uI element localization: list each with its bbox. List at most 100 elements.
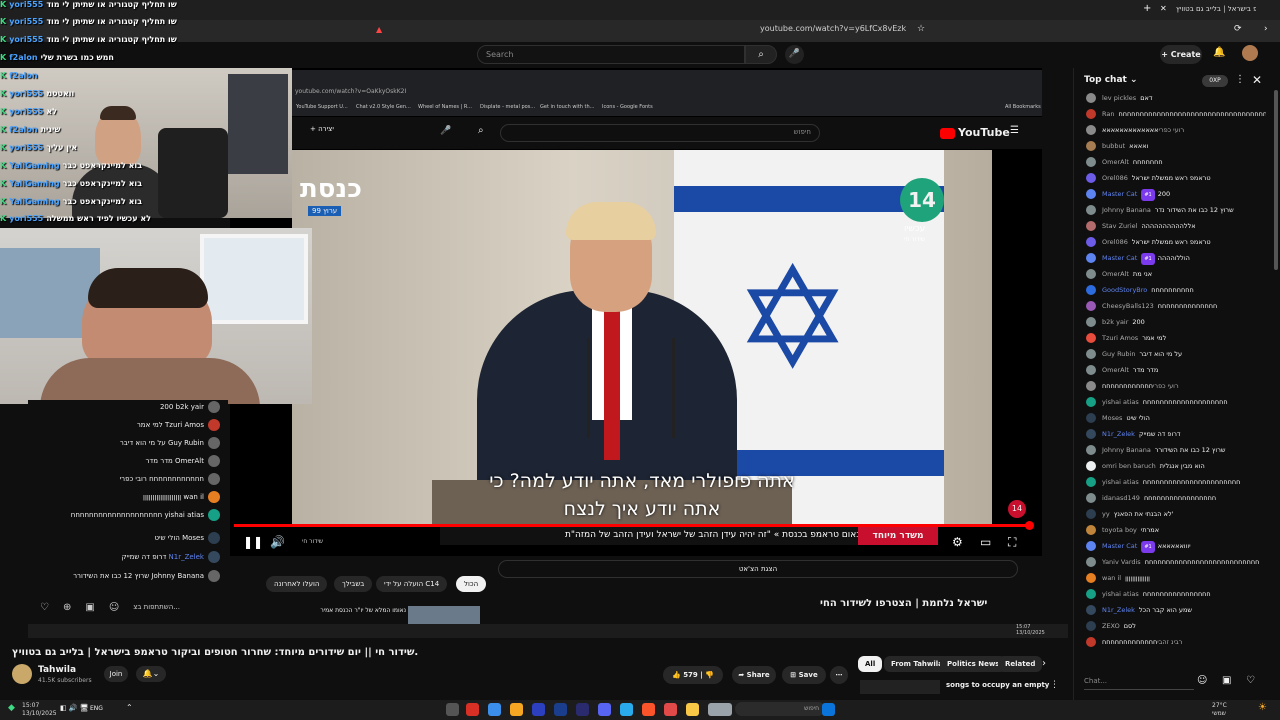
settings-gear-icon[interactable]: ⚙: [952, 535, 963, 549]
chat-username[interactable]: Tzuri Amos: [1102, 334, 1138, 342]
chat-avatar[interactable]: [1086, 205, 1096, 215]
recommendation-thumbnail[interactable]: [860, 680, 940, 694]
chat-username[interactable]: bubbut: [1102, 142, 1125, 150]
notifications-bell-icon[interactable]: 🔔: [1213, 47, 1225, 58]
progress-bar[interactable]: [234, 524, 1030, 527]
like-button[interactable]: 👍 579 | 👎: [663, 666, 723, 684]
chat-username[interactable]: Master Cat: [1102, 542, 1137, 550]
taskbar-app-icon[interactable]: [466, 703, 479, 716]
chat-input[interactable]: Chat...: [1084, 674, 1194, 690]
chat-username[interactable]: lev pickles: [1102, 94, 1136, 102]
tray-overflow-icon[interactable]: ⌃: [126, 703, 133, 712]
emoji-icon[interactable]: ☺: [1197, 675, 1207, 686]
chat-avatar[interactable]: [1086, 413, 1096, 423]
chat-avatar[interactable]: [1086, 189, 1096, 199]
subscribe-bell-button[interactable]: 🔔⌄: [136, 666, 166, 682]
pause-icon[interactable]: ❚❚: [243, 535, 263, 549]
taskbar-app-icon[interactable]: [532, 703, 545, 716]
taskbar-app-icon[interactable]: [642, 703, 655, 716]
chat-avatar[interactable]: [1086, 445, 1096, 455]
chat-username[interactable]: wan il: [1102, 574, 1121, 582]
chat-username[interactable]: Guy Rubin: [1102, 350, 1135, 358]
chat-avatar[interactable]: [1086, 221, 1096, 231]
participate-label[interactable]: השתתפות בצ...: [133, 603, 180, 611]
bookmark-star-icon[interactable]: ☆: [917, 24, 925, 34]
chat-avatar[interactable]: [1086, 333, 1096, 343]
chat-username[interactable]: Stav Zuriel: [1102, 222, 1137, 230]
taskbar-search[interactable]: חיפוש: [735, 702, 825, 716]
more-actions-icon[interactable]: ⋯: [830, 666, 848, 684]
chat-avatar[interactable]: [1086, 93, 1096, 103]
chat-avatar[interactable]: [1086, 269, 1096, 279]
chat-username[interactable]: Ran: [1102, 110, 1114, 118]
chat-avatar[interactable]: [1086, 541, 1096, 551]
chat-username[interactable]: OmerAlt: [1102, 270, 1129, 278]
search-input[interactable]: Search: [477, 45, 745, 64]
taskbar-app-icon[interactable]: [620, 703, 633, 716]
save-button[interactable]: ⊞ Save: [782, 666, 826, 684]
chat-username[interactable]: b2k yair: [1102, 318, 1128, 326]
chat-mode-selector[interactable]: Top chat ⌄: [1084, 75, 1138, 85]
language-indicator[interactable]: ENG: [90, 705, 103, 712]
chat-username[interactable]: yy: [1102, 510, 1110, 518]
chat-username[interactable]: yishai atias: [1102, 478, 1139, 486]
chat-avatar[interactable]: [1086, 429, 1096, 439]
add-reaction-icon[interactable]: ⊕: [63, 602, 71, 613]
emoji-icon[interactable]: ☺: [109, 602, 119, 613]
video-frame[interactable]: ✡ כנסת ערוץ 99 14 עכשיו שידור חי אתה פופו…: [292, 150, 992, 526]
taskbar-app-icon[interactable]: [598, 703, 611, 716]
chat-avatar[interactable]: [1086, 157, 1096, 167]
share-button[interactable]: ➦ Share: [732, 666, 776, 684]
chat-username[interactable]: רבינ זהבי: [1157, 638, 1182, 646]
chat-username[interactable]: OmerAlt: [1102, 158, 1129, 166]
chat-username[interactable]: רועי כפרי: [1153, 382, 1179, 390]
tab-close-icon[interactable]: ✕: [1160, 4, 1167, 13]
chat-more-icon[interactable]: ⋮: [1235, 74, 1245, 85]
forward-icon[interactable]: ›: [1264, 24, 1268, 34]
weather-widget[interactable]: 27°C שמשי: [1212, 702, 1227, 718]
chat-avatar[interactable]: [1086, 525, 1096, 535]
create-button[interactable]: + Create: [1160, 45, 1202, 64]
tray-icons[interactable]: ◧ 🔊 🖥: [60, 704, 89, 712]
reload-icon[interactable]: ⟳: [1234, 24, 1242, 34]
chat-username[interactable]: idanasd149: [1102, 494, 1140, 502]
taskbar-app-icon[interactable]: [446, 703, 459, 716]
chat-avatar[interactable]: [1086, 637, 1096, 647]
chat-avatar[interactable]: [1086, 349, 1096, 359]
chat-username[interactable]: Johnny Banana: [1102, 446, 1151, 454]
chat-username[interactable]: ZEXO: [1102, 622, 1120, 630]
chat-avatar[interactable]: [1086, 317, 1096, 327]
microphone-icon[interactable]: 🎤: [785, 45, 804, 64]
recommendation-menu-icon[interactable]: ⋮: [1050, 680, 1059, 690]
recommendation-title[interactable]: songs to occupy an empty: [946, 681, 1049, 689]
chat-scrollbar[interactable]: [1274, 90, 1278, 270]
volume-icon[interactable]: 🔊: [270, 535, 285, 549]
chat-avatar[interactable]: [1086, 493, 1096, 503]
heart-icon[interactable]: ♡: [1246, 675, 1255, 686]
chat-username[interactable]: CheesyBalls123: [1102, 302, 1154, 310]
taskbar-app-icon[interactable]: [708, 703, 732, 716]
chat-avatar[interactable]: [1086, 125, 1096, 135]
address-bar[interactable]: [0, 20, 1280, 42]
chat-avatar[interactable]: [1086, 109, 1096, 119]
file-explorer-icon[interactable]: [686, 703, 699, 716]
taskbar-app-icon[interactable]: [554, 703, 567, 716]
extension-icon[interactable]: ▲: [376, 25, 382, 34]
chat-username[interactable]: toyota boy: [1102, 526, 1137, 534]
chat-avatar[interactable]: [1086, 141, 1096, 151]
chat-avatar[interactable]: [1086, 573, 1096, 583]
chat-username[interactable]: Orel086: [1102, 174, 1128, 182]
taskbar-app-icon[interactable]: [510, 703, 523, 716]
chat-avatar[interactable]: [1086, 397, 1096, 407]
super-chat-icon[interactable]: ▣: [85, 602, 94, 613]
chat-avatar[interactable]: [1086, 589, 1096, 599]
chat-username[interactable]: Moses: [1102, 414, 1122, 422]
chat-avatar[interactable]: [1086, 285, 1096, 295]
taskbar-app-icon[interactable]: [664, 703, 677, 716]
search-icon[interactable]: ⌕: [745, 45, 777, 64]
points-badge[interactable]: 0XP: [1202, 75, 1228, 87]
channel-avatar[interactable]: [12, 664, 32, 684]
chat-avatar[interactable]: [1086, 253, 1096, 263]
chat-avatar[interactable]: [1086, 365, 1096, 375]
chat-avatar[interactable]: [1086, 477, 1096, 487]
